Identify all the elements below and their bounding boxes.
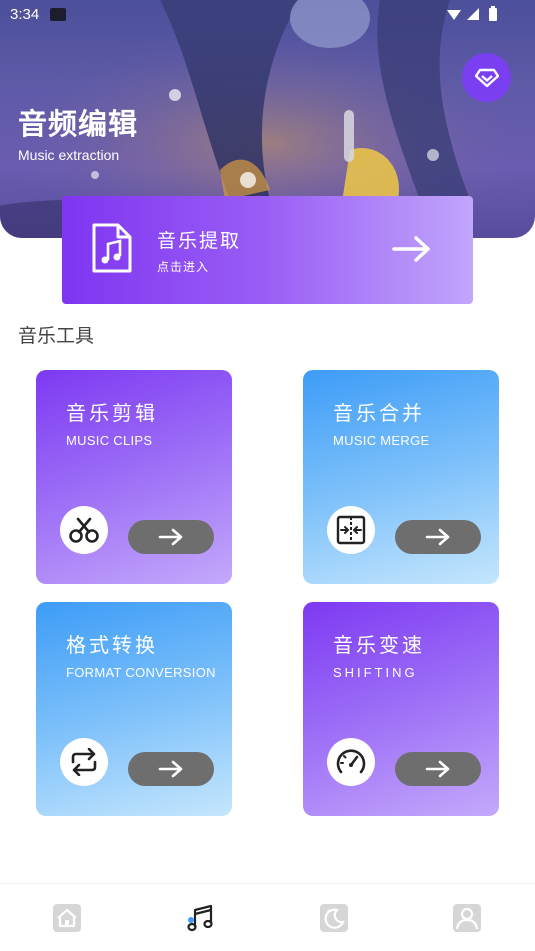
tool-card-music-clips[interactable]: 音乐剪辑 MUSIC CLIPS bbox=[36, 370, 232, 584]
tool-card-music-merge[interactable]: 音乐合并 MUSIC MERGE bbox=[303, 370, 499, 584]
music-extract-card[interactable]: 音乐提取 点击进入 bbox=[62, 196, 473, 304]
page-subtitle: Music extraction bbox=[18, 147, 120, 163]
arrow-right-icon bbox=[158, 528, 183, 546]
diamond-icon bbox=[474, 68, 499, 87]
speedometer-icon bbox=[336, 749, 366, 774]
tool-icon-circle bbox=[60, 738, 108, 786]
tool-icon-circle bbox=[327, 738, 375, 786]
page-title: 音频编辑 bbox=[18, 107, 139, 141]
repeat-icon bbox=[71, 748, 97, 776]
music-file-icon bbox=[92, 223, 132, 273]
tool-subtitle: MUSIC CLIPS bbox=[66, 433, 153, 448]
tool-title: 格式转换 bbox=[66, 633, 158, 657]
extract-subtitle: 点击进入 bbox=[157, 260, 210, 274]
tool-subtitle: FORMAT CONVERSION bbox=[66, 665, 216, 680]
status-time: 3:34 bbox=[10, 6, 40, 23]
merge-icon bbox=[336, 515, 366, 545]
tool-subtitle: MUSIC MERGE bbox=[333, 433, 430, 448]
go-button[interactable] bbox=[395, 752, 481, 786]
signal-battery-icon bbox=[447, 6, 497, 21]
arrow-right-icon bbox=[425, 528, 450, 546]
arrow-right-icon bbox=[392, 236, 430, 262]
arrow-right-icon bbox=[158, 760, 183, 778]
section-title: 音乐工具 bbox=[18, 325, 95, 347]
tool-card-shifting[interactable]: 音乐变速 SHIFTING bbox=[303, 602, 499, 816]
nav-music[interactable] bbox=[184, 902, 216, 934]
extract-title: 音乐提取 bbox=[157, 230, 242, 252]
go-button[interactable] bbox=[128, 752, 214, 786]
scissors-icon bbox=[69, 517, 99, 543]
nav-sleep[interactable] bbox=[318, 902, 350, 934]
tool-title: 音乐剪辑 bbox=[66, 401, 158, 425]
tool-icon-circle bbox=[60, 506, 108, 554]
go-button[interactable] bbox=[128, 520, 214, 554]
sim-card-icon bbox=[50, 8, 66, 21]
tool-icon-circle bbox=[327, 506, 375, 554]
bottom-nav bbox=[0, 883, 535, 951]
go-button[interactable] bbox=[395, 520, 481, 554]
tool-title: 音乐变速 bbox=[333, 633, 425, 657]
home-icon bbox=[53, 904, 81, 932]
tool-title: 音乐合并 bbox=[333, 401, 425, 425]
nav-profile[interactable] bbox=[451, 902, 483, 934]
user-icon bbox=[453, 904, 481, 932]
status-bar: 3:34 bbox=[0, 0, 535, 30]
arrow-right-icon bbox=[425, 760, 450, 778]
tool-card-format-conversion[interactable]: 格式转换 FORMAT CONVERSION bbox=[36, 602, 232, 816]
music-note-icon bbox=[187, 904, 213, 932]
vip-button[interactable] bbox=[462, 53, 511, 102]
moon-icon bbox=[320, 904, 348, 932]
tool-subtitle: SHIFTING bbox=[333, 665, 418, 680]
nav-home[interactable] bbox=[51, 902, 83, 934]
